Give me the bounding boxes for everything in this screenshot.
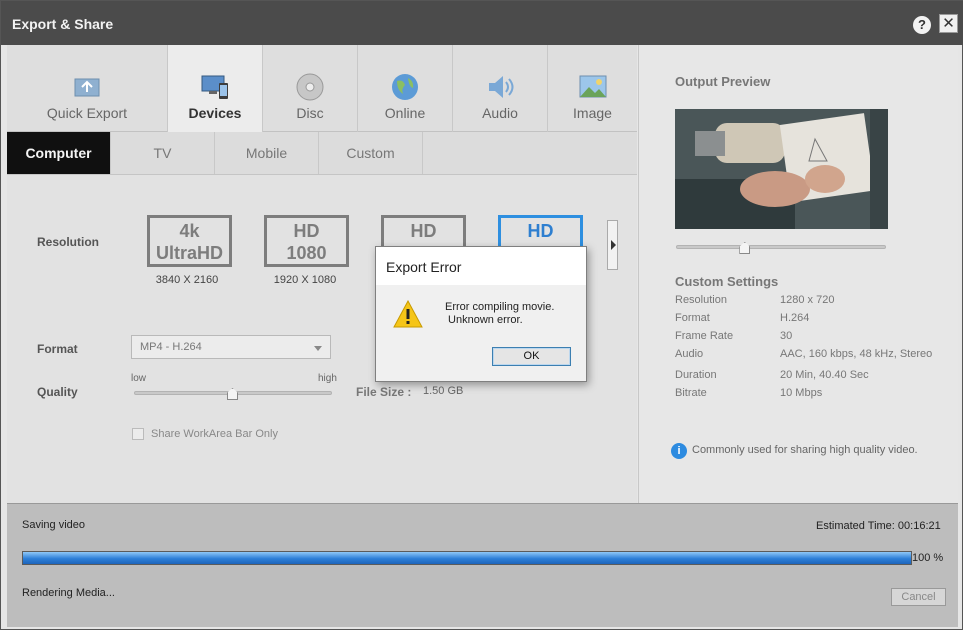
export-error-dialog: Export Error Error compiling movie. Unkn… — [375, 246, 587, 382]
tab-mobile[interactable]: Mobile — [215, 132, 319, 174]
preview-scrubber-thumb[interactable] — [739, 242, 751, 254]
close-icon[interactable]: ✕ — [939, 14, 958, 33]
resolution-1080-caption: 1920 X 1080 — [273, 274, 337, 286]
share-workarea-label: Share WorkArea Bar Only — [151, 428, 278, 440]
tab-tv[interactable]: TV — [111, 132, 215, 174]
ok-button[interactable]: OK — [492, 347, 571, 366]
quality-slider-thumb[interactable] — [227, 388, 238, 400]
export-share-window: Export & Share ? ✕ Quick Export Devices … — [0, 0, 963, 630]
format-dropdown[interactable]: MP4 - H.264 — [131, 335, 331, 359]
main-tabs: Quick Export Devices Disc Online Audio I… — [7, 45, 637, 132]
preview-scrubber-track[interactable] — [676, 245, 886, 249]
tab-devices[interactable]: Devices — [168, 45, 263, 132]
tab-audio[interactable]: Audio — [453, 45, 548, 132]
devices-icon — [201, 75, 228, 99]
warning-icon — [393, 300, 423, 328]
globe-icon — [392, 74, 418, 100]
preview-thumbnail — [675, 109, 888, 229]
help-icon[interactable]: ? — [913, 16, 931, 34]
resolution-label: Resolution — [37, 235, 99, 249]
resolution-4k-option[interactable]: 4k UltraHD — [147, 215, 232, 267]
info-text: Commonly used for sharing high quality v… — [692, 444, 918, 456]
file-size-value: 1.50 GB — [423, 385, 464, 397]
chevron-down-icon — [314, 346, 322, 351]
resolution-4k-caption: 3840 X 2160 — [155, 274, 219, 286]
quick-export-icon — [74, 78, 100, 97]
custom-settings-title: Custom Settings — [675, 274, 779, 289]
saving-label: Saving video — [22, 519, 85, 531]
title-bar: Export & Share ? ✕ — [1, 1, 963, 45]
disc-icon — [296, 73, 324, 101]
quality-low-label: low — [131, 373, 147, 384]
tab-computer[interactable]: Computer — [7, 132, 111, 174]
preview-video-frame — [675, 109, 888, 229]
file-size-label: File Size : — [356, 385, 412, 399]
speaker-icon — [489, 76, 514, 98]
window-title: Export & Share — [12, 16, 114, 32]
tab-quick-export[interactable]: Quick Export — [7, 45, 168, 132]
progress-percent: 100 % — [912, 552, 944, 564]
quality-high-label: high — [318, 373, 337, 384]
output-preview-panel: Output Preview Custom Settings Resolutio… — [638, 45, 958, 503]
info-icon: i — [671, 443, 687, 459]
format-label: Format — [37, 342, 78, 356]
cancel-button[interactable]: Cancel — [891, 588, 946, 606]
image-icon — [579, 75, 606, 98]
export-progress-panel: Saving video Estimated Time: 00:16:21 10… — [7, 503, 958, 627]
tab-image[interactable]: Image — [548, 45, 637, 132]
share-workarea-checkbox[interactable] — [132, 428, 144, 440]
tab-disc[interactable]: Disc — [263, 45, 358, 132]
format-value: MP4 - H.264 — [140, 341, 202, 353]
dialog-message: Error compiling movie. Unknown error. — [445, 301, 555, 326]
status-text: Rendering Media... — [22, 587, 115, 599]
resolution-scroll-right-button[interactable] — [607, 220, 618, 270]
export-progress-bar — [22, 551, 912, 565]
quality-label: Quality — [37, 385, 78, 399]
estimated-time: Estimated Time: 00:16:21 — [816, 520, 941, 532]
tab-online[interactable]: Online — [358, 45, 453, 132]
tab-custom[interactable]: Custom — [319, 132, 423, 174]
resolution-1080-option[interactable]: HD 1080 — [264, 215, 349, 267]
dialog-title: Export Error — [376, 247, 586, 285]
output-preview-title: Output Preview — [675, 74, 771, 89]
device-sub-tabs: Computer TV Mobile Custom — [7, 132, 637, 175]
